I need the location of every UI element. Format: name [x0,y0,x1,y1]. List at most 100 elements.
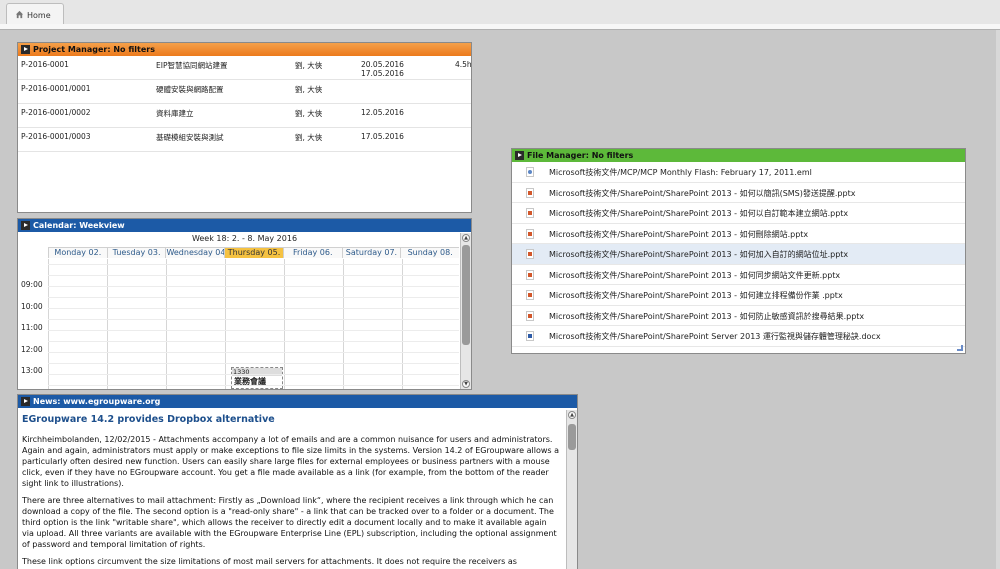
day-header[interactable]: Tuesday 03. [106,247,166,258]
day-header[interactable]: Monday 02. [48,247,107,258]
project-name: 硬體安裝與網路配置 [156,85,224,94]
calendar-portlet: Calendar: Weekview Week 18: 2. - 8. May … [17,218,472,390]
project-name: 資料庫建立 [156,109,194,118]
project-owner: 劉, 大俠 [295,61,323,70]
portlet-header[interactable]: File Manager: No filters [512,149,965,162]
project-row[interactable]: P-2016-0001/0001 硬體安裝與網路配置 劉, 大俠 [18,80,471,104]
day-header[interactable]: Sunday 08. [400,247,460,258]
file-name[interactable]: Microsoft技術文件/SharePoint/SharePoint 2013… [549,311,864,322]
file-name[interactable]: Microsoft技術文件/SharePoint/SharePoint 2013… [549,188,855,199]
file-row[interactable]: Microsoft技術文件/SharePoint/SharePoint 2013… [512,183,965,203]
file-row[interactable]: Microsoft技術文件/SharePoint/SharePoint 2013… [512,285,965,306]
time-slot-line [48,330,459,331]
project-row[interactable]: P-2016-0001/0002 資料庫建立 劉, 大俠 12.05.2016 [18,104,471,128]
time-slot-line [48,352,459,353]
project-date-end: 17.05.2016 [361,69,404,78]
day-column [107,259,108,389]
file-row[interactable]: Microsoft技術文件/SharePoint/SharePoint 2013… [512,265,965,285]
project-id: P-2016-0001/0002 [21,108,91,117]
day-header[interactable]: Wednesday 04. [165,247,225,258]
file-name[interactable]: Microsoft技術文件/SharePoint/SharePoint 2013… [549,290,843,301]
eml-file-icon [526,167,534,177]
day-header[interactable]: Friday 06. [282,247,342,258]
tab-home[interactable]: Home [6,3,64,25]
pptx-file-icon [526,187,534,198]
docx-file-icon [526,331,534,341]
expand-arrow-icon[interactable] [21,397,30,406]
file-row[interactable]: Microsoft技術文件/SharePoint/SharePoint Serv… [512,326,965,347]
portlet-header[interactable]: News: www.egroupware.org [18,395,577,408]
day-column [284,259,285,389]
project-dates: 20.05.2016 17.05.2016 [361,60,404,78]
file-row[interactable]: Microsoft技術文件/SharePoint/SharePoint 2013… [512,244,965,265]
hour-label: 13:00 [21,366,43,375]
scroll-thumb[interactable] [462,245,470,345]
resize-handle-icon[interactable] [957,345,963,351]
project-name: 基礎模組安裝與測試 [156,133,224,142]
pptx-file-icon [526,290,534,300]
file-name[interactable]: Microsoft技術文件/SharePoint/SharePoint 2013… [549,208,848,219]
time-slot-line [48,319,459,320]
scroll-down-icon[interactable]: ▼ [462,380,470,388]
file-name[interactable]: Microsoft技術文件/MCP/MCP Monthly Flash: Feb… [549,167,812,178]
project-name: EIP智慧協同網站建置 [156,61,228,70]
day-column [225,259,226,389]
file-row[interactable]: Microsoft技術文件/MCP/MCP Monthly Flash: Feb… [512,162,965,183]
scroll-thumb[interactable] [568,424,576,450]
hour-label: 09:00 [21,280,43,289]
portlet-title: Project Manager: No filters [33,45,155,54]
expand-arrow-icon[interactable] [21,45,30,54]
hour-label: 10:00 [21,301,43,311]
tab-bar: Home [0,0,1000,25]
pptx-file-icon [526,228,534,239]
pptx-file-icon [526,208,534,218]
project-id: P-2016-0001/0001 [21,84,91,93]
file-name[interactable]: Microsoft技術文件/SharePoint/SharePoint 2013… [549,270,840,281]
file-name[interactable]: Microsoft技術文件/SharePoint/SharePoint 2013… [549,229,808,240]
file-name[interactable]: Microsoft技術文件/SharePoint/SharePoint Serv… [549,331,881,342]
project-dates: 12.05.2016 [361,108,404,117]
time-slot-line [48,264,459,265]
project-row[interactable]: P-2016-0001 EIP智慧協同網站建置 劉, 大俠 20.05.2016 17.… [18,56,471,80]
time-slot-line [48,275,459,276]
day-header[interactable]: Thursday 05. [224,247,283,258]
day-header[interactable]: Saturday 07. [341,247,401,258]
news-headline[interactable]: EGroupware 14.2 provides Dropbox alterna… [18,408,577,431]
news-paragraph: These link options circumvent the size l… [22,557,525,569]
news-portlet: News: www.egroupware.org EGroupware 14.2… [17,394,578,569]
portlet-header[interactable]: Project Manager: No filters [18,43,471,56]
portlet-title: News: www.egroupware.org [33,397,161,406]
toolbar-strip [0,24,1000,30]
news-paragraph: Kirchheimbolanden, 12/02/2015 - Attachme… [22,435,560,488]
project-manager-portlet: Project Manager: No filters P-2016-0001 E… [17,42,472,213]
pptx-file-icon [526,310,534,321]
time-slot-line [48,363,459,364]
page-scrollbar[interactable] [996,30,1000,569]
project-owner: 劉, 大俠 [295,85,323,94]
project-row[interactable]: P-2016-0001/0003 基礎模組安裝與測試 劉, 大俠 17.05.2016 [18,128,471,152]
pptx-file-icon [526,249,534,259]
calendar-grid[interactable]: 1330 業務會議 09:00 10:00 11:00 12:00 13:00 [18,259,462,389]
file-row[interactable]: Microsoft技術文件/SharePoint/SharePoint 2013… [512,306,965,326]
week-title: Week 18: 2. - 8. May 2016 [191,234,298,243]
time-slot-line [48,297,459,298]
file-name[interactable]: Microsoft技術文件/SharePoint/SharePoint 2013… [549,249,848,260]
news-body: Kirchheimbolanden, 12/02/2015 - Attachme… [18,434,564,569]
scroll-up-icon[interactable]: ▲ [462,234,470,242]
tab-home-label: Home [27,11,51,20]
calendar-scrollbar[interactable]: ▲ ▼ [460,233,471,389]
file-row[interactable]: Microsoft技術文件/SharePoint/SharePoint 2013… [512,203,965,224]
project-time: 4.5h [455,60,472,69]
time-slot-line [48,341,459,342]
project-date-start: 12.05.2016 [361,108,404,117]
scroll-up-icon[interactable]: ▲ [568,411,576,419]
home-icon [15,10,24,19]
hour-label: 12:00 [21,344,43,354]
project-date-start: 17.05.2016 [361,132,404,141]
file-row[interactable]: Microsoft技術文件/SharePoint/SharePoint 2013… [512,224,965,244]
expand-arrow-icon[interactable] [21,221,30,230]
expand-arrow-icon[interactable] [515,151,524,160]
portlet-header[interactable]: Calendar: Weekview [18,219,471,232]
news-scrollbar[interactable]: ▲ [566,410,577,569]
project-owner: 劉, 大俠 [295,109,323,118]
